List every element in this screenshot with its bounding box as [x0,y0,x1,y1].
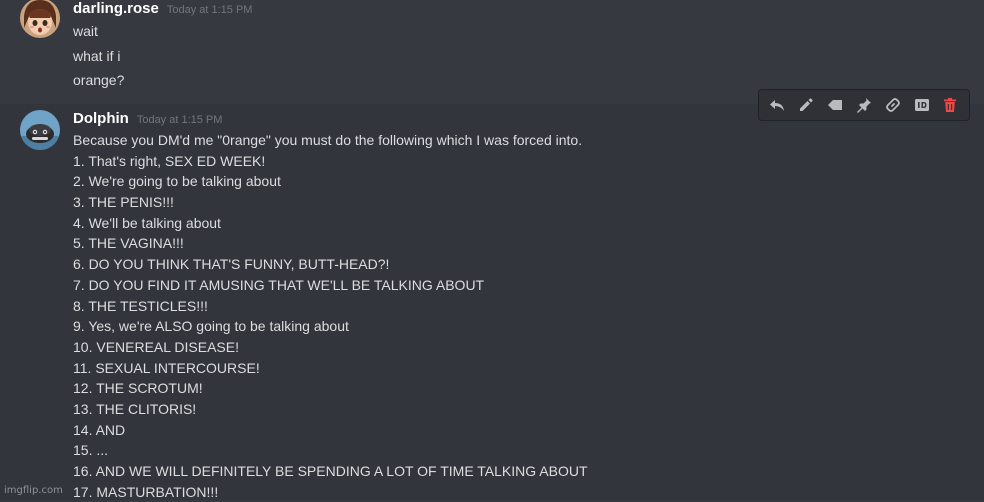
message-line: 14. AND [73,421,126,438]
link-icon [885,98,900,112]
message-content: wait what if i orange? [73,19,124,93]
tag-button[interactable] [824,94,846,116]
timestamp: Today at 1:15 PM [136,114,223,126]
message-line: 9. Yes, we're ALSO going to be talking a… [73,318,349,335]
message-line: 7. DO YOU FIND IT AMUSING THAT WE'LL BE … [73,276,485,293]
message-line: 16. AND WE WILL DEFINITELY BE SPENDING A… [73,463,588,479]
username[interactable]: darling.rose [73,0,159,17]
message-group-dolphin: Dolphin Today at 1:15 PM Because you DM'… [0,104,984,500]
delete-button[interactable] [939,94,961,116]
reply-button[interactable] [766,94,788,116]
message-line: 10. VENEREAL DISEASE! [73,338,239,355]
timestamp: Today at 1:15 PM [166,4,253,16]
pin-button[interactable] [853,94,875,116]
message-line: 17. MASTURBATION!!! [73,483,219,500]
message-line: 8. THE TESTICLES!!! [73,297,208,314]
message-line: 6. DO YOU THINK THAT'S FUNNY, BUTT-HEAD?… [73,256,390,273]
message-line: 4. We'll be talking about [73,214,221,231]
copy-id-button[interactable] [911,94,933,116]
message-line: 3. THE PENIS!!! [73,194,174,211]
edit-button[interactable] [795,94,817,116]
id-icon [914,99,929,111]
message-line: 11. SEXUAL INTERCOURSE! [73,359,260,376]
message-line: Because you DM'd me "0range" you must do… [73,132,583,148]
message-line: 2. We're going to be talking about [73,173,281,190]
message-line: what if i [73,47,121,64]
avatar[interactable] [20,110,60,150]
username[interactable]: Dolphin [73,110,129,127]
message-line: wait [73,23,98,39]
edit-icon [800,98,813,111]
copy-link-button[interactable] [882,94,904,116]
message-line: 13. THE CLITORIS! [73,400,197,417]
message-content: Because you DM'd me "0range" you must do… [73,130,588,502]
watermark: imgflip.com [4,485,63,496]
message-line: 12. THE SCROTUM! [73,380,203,397]
avatar[interactable] [20,0,60,38]
message-line: 1. That's right, SEX ED WEEK! [73,152,266,169]
tag-icon [828,100,843,110]
delete-icon [944,98,957,112]
reply-icon [770,100,785,111]
pin-icon [856,98,871,113]
message-header: darling.rose Today at 1:15 PM [73,0,252,20]
message-header: Dolphin Today at 1:15 PM [73,110,222,130]
message-line: orange? [73,72,125,88]
message-line: 5. THE VAGINA!!! [73,235,184,252]
message-actions-toolbar [758,89,970,121]
message-line: 15. ... [73,442,109,459]
